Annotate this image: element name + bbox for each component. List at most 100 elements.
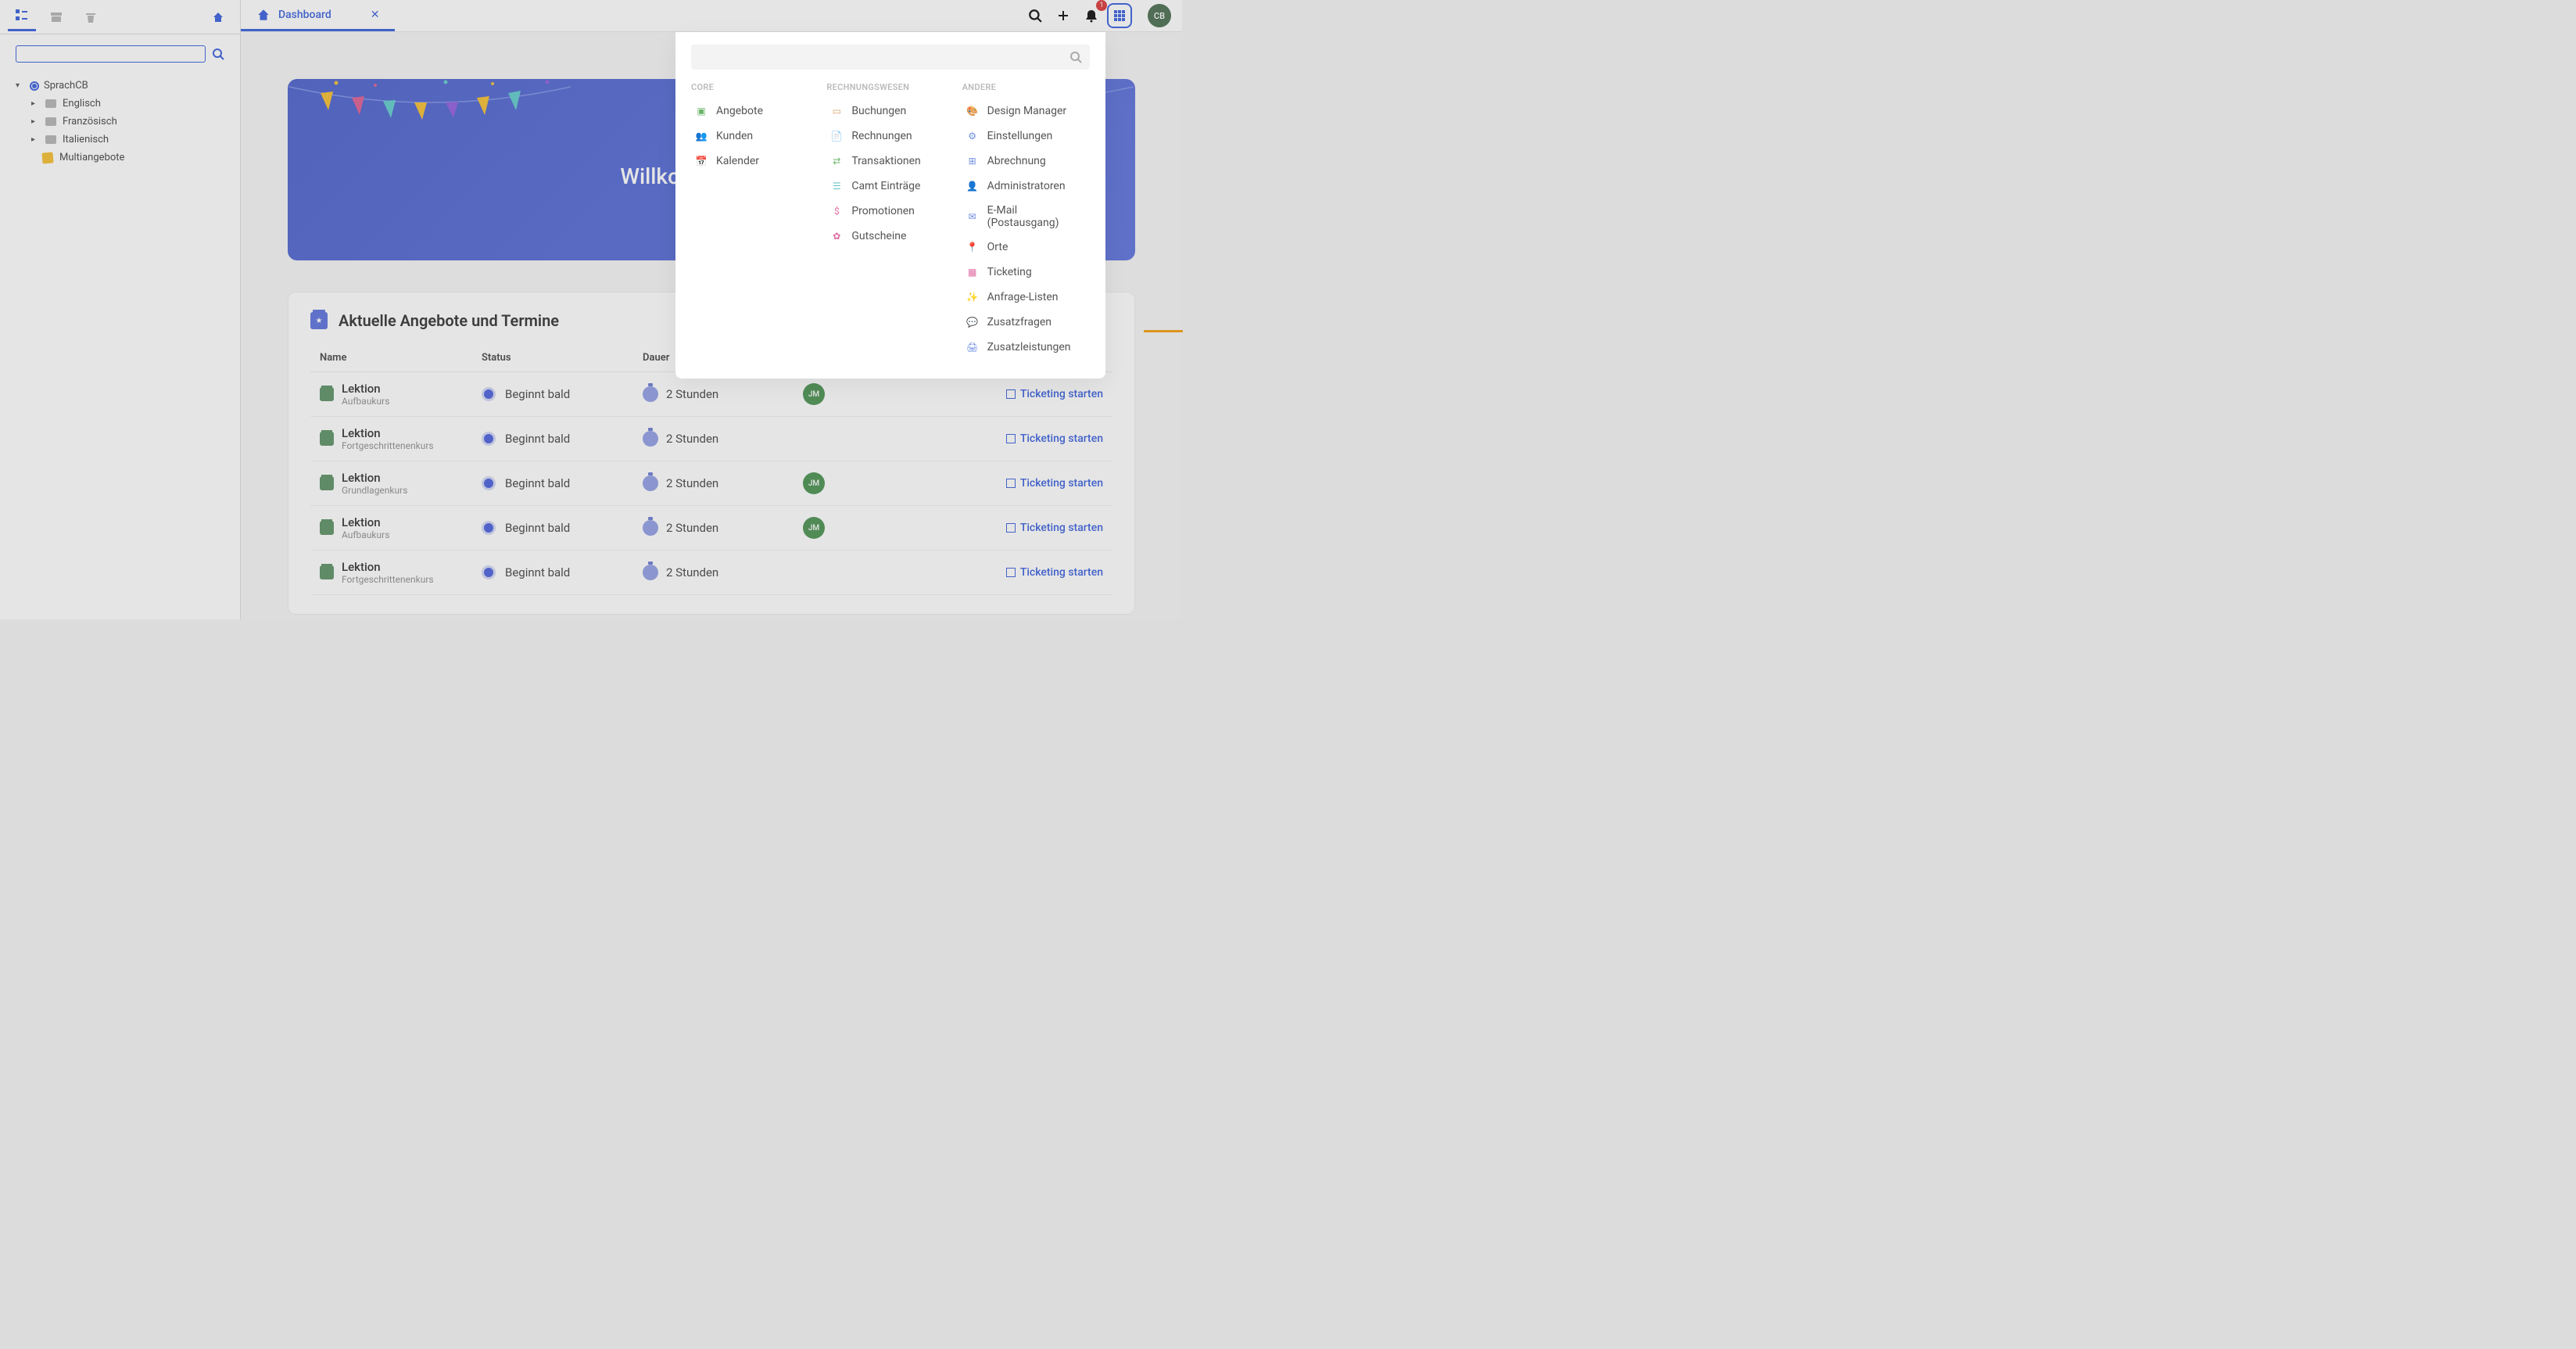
chevron-down-icon: ▾	[16, 81, 27, 90]
app-icon: 🎨	[966, 104, 980, 118]
app-item-rechnungen[interactable]: 📄Rechnungen	[826, 124, 954, 149]
sidebar-search-input[interactable]	[16, 45, 206, 63]
add-button[interactable]	[1051, 3, 1076, 28]
row-title: Lektion	[342, 515, 389, 529]
home-icon[interactable]	[204, 3, 232, 31]
app-item-kunden[interactable]: 👥 Kunden	[691, 124, 819, 149]
archive-icon[interactable]	[42, 3, 70, 31]
app-icon: 🖨	[966, 340, 980, 354]
app-label: Kunden	[716, 130, 753, 142]
chevron-right-icon: ▸	[31, 99, 42, 108]
row-status: Beginnt bald	[505, 521, 570, 535]
notifications-button[interactable]	[1079, 3, 1104, 28]
apps-menu-button[interactable]	[1107, 3, 1132, 28]
action-label: Ticketing starten	[1020, 522, 1103, 534]
stopwatch-icon	[643, 520, 658, 536]
stopwatch-icon	[643, 431, 658, 447]
calendar-icon	[320, 432, 334, 446]
tree-root-item[interactable]: ▾ SprachCB	[0, 77, 240, 95]
ticketing-start-link[interactable]: Ticketing starten	[1006, 522, 1103, 534]
tab-dashboard[interactable]: Dashboard ✕	[241, 0, 395, 31]
sidebar-toolbar	[0, 0, 240, 34]
tree-child-item[interactable]: ▸ Italienisch	[0, 131, 240, 149]
ticketing-start-link[interactable]: Ticketing starten	[1006, 432, 1103, 445]
app-icon: 📍	[966, 240, 980, 254]
app-item-zusatzleistungen[interactable]: 🖨Zusatzleistungen	[962, 335, 1090, 360]
app-item-transaktionen[interactable]: ⇄Transaktionen	[826, 149, 954, 174]
qr-icon	[1006, 389, 1016, 399]
tree-child-item[interactable]: ▸ Englisch	[0, 95, 240, 113]
row-duration: 2 Stunden	[666, 432, 718, 446]
app-icon: 👤	[966, 179, 980, 193]
participant-avatar: JM	[803, 517, 825, 539]
ticketing-start-link[interactable]: Ticketing starten	[1006, 477, 1103, 490]
ticketing-start-link[interactable]: Ticketing starten	[1006, 388, 1103, 400]
home-icon	[256, 8, 270, 22]
app-item-design-manager[interactable]: 🎨Design Manager	[962, 99, 1090, 124]
tree-label: Englisch	[63, 98, 101, 109]
app-label: Kalender	[716, 155, 759, 167]
app-item-camt-eintr-ge[interactable]: ☰Camt Einträge	[826, 174, 954, 199]
trash-icon[interactable]	[77, 3, 105, 31]
panel-title: Aktuelle Angebote und Termine	[339, 311, 559, 330]
app-item-promotionen[interactable]: $Promotionen	[826, 199, 954, 224]
app-label: Transaktionen	[851, 155, 920, 167]
app-item-gutscheine[interactable]: ✿Gutscheine	[826, 224, 954, 249]
app-icon: ▣	[694, 104, 708, 118]
tree-leaf-item[interactable]: Multiangebote	[0, 149, 240, 167]
table-row[interactable]: Lektion Fortgeschrittenenkurs Beginnt ba…	[310, 551, 1112, 595]
app-item-e-mail-postausgang-[interactable]: ✉E-Mail (Postausgang)	[962, 199, 1090, 235]
tree-label: Multiangebote	[59, 152, 124, 163]
app-item-orte[interactable]: 📍Orte	[962, 235, 1090, 260]
app-item-angebote[interactable]: ▣Angebote	[691, 99, 819, 124]
status-dot-icon	[482, 565, 496, 579]
tree-child-item[interactable]: ▸ Französisch	[0, 113, 240, 131]
app-item-buchungen[interactable]: ▭Buchungen	[826, 99, 954, 124]
row-subtitle: Aufbaukurs	[342, 529, 389, 540]
table-row[interactable]: Lektion Aufbaukurs Beginnt bald 2 Stunde…	[310, 372, 1112, 417]
action-label: Ticketing starten	[1020, 477, 1103, 490]
row-subtitle: Aufbaukurs	[342, 396, 389, 407]
folder-icon	[45, 117, 56, 126]
app-icon: ✿	[829, 229, 844, 243]
app-item-anfrage-listen[interactable]: ✨Anfrage-Listen	[962, 285, 1090, 310]
app-icon: ✉	[966, 210, 980, 224]
app-item-zusatzfragen[interactable]: 💬Zusatzfragen	[962, 310, 1090, 335]
chevron-right-icon: ▸	[31, 135, 42, 144]
app-item-administratoren[interactable]: 👤Administratoren	[962, 174, 1090, 199]
app-item-kalender[interactable]: 📅Kalender	[691, 149, 819, 174]
ticketing-start-link[interactable]: Ticketing starten	[1006, 566, 1103, 579]
calendar-icon	[320, 565, 334, 579]
table-row[interactable]: Lektion Grundlagenkurs Beginnt bald 2 St…	[310, 461, 1112, 506]
app-icon: ⚙	[966, 129, 980, 143]
col-name: Name	[320, 352, 482, 364]
app-item-ticketing[interactable]: ▦Ticketing	[962, 260, 1090, 285]
tree-view-icon[interactable]	[8, 3, 36, 31]
row-title: Lektion	[342, 382, 389, 396]
row-status: Beginnt bald	[505, 432, 570, 446]
user-avatar[interactable]: CB	[1148, 4, 1171, 27]
qr-icon	[1006, 568, 1016, 577]
row-duration: 2 Stunden	[666, 521, 718, 535]
app-label: Buchungen	[851, 105, 906, 117]
status-dot-icon	[482, 521, 496, 535]
participant-avatar: JM	[803, 472, 825, 494]
apps-search[interactable]	[691, 45, 1090, 70]
app-icon: ⊞	[966, 154, 980, 168]
search-icon[interactable]	[212, 48, 224, 60]
app-label: Abrechnung	[987, 155, 1046, 167]
table-row[interactable]: Lektion Aufbaukurs Beginnt bald 2 Stunde…	[310, 506, 1112, 551]
row-title: Lektion	[342, 426, 434, 440]
table-row[interactable]: Lektion Fortgeschrittenenkurs Beginnt ba…	[310, 417, 1112, 461]
apps-heading: CORE	[691, 82, 819, 92]
accent-mark	[1144, 330, 1183, 332]
global-search-button[interactable]	[1023, 3, 1048, 28]
app-item-einstellungen[interactable]: ⚙Einstellungen	[962, 124, 1090, 149]
qr-icon	[1006, 523, 1016, 533]
qr-icon	[1006, 479, 1016, 488]
app-item-abrechnung[interactable]: ⊞ Abrechnung	[962, 149, 1090, 174]
close-icon[interactable]: ✕	[371, 9, 380, 21]
app-label: Camt Einträge	[851, 180, 920, 192]
app-icon: 👥	[694, 129, 708, 143]
apps-heading: RECHNUNGSWESEN	[826, 82, 954, 92]
